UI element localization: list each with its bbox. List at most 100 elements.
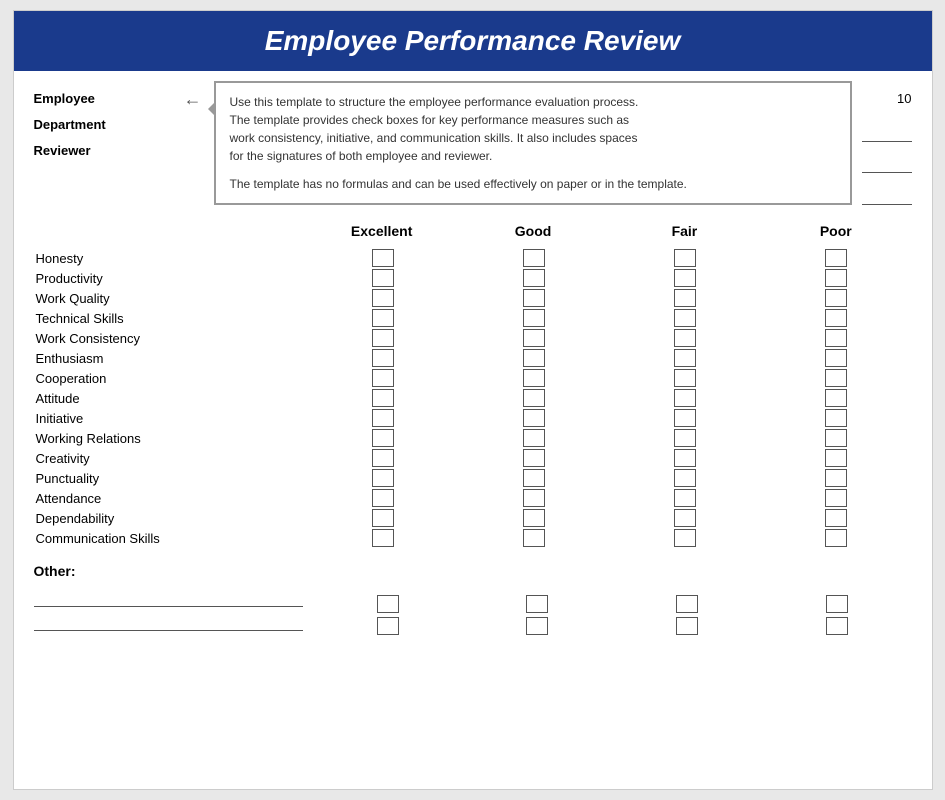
excellent-cell — [307, 389, 458, 407]
checkbox-fair-6[interactable] — [674, 369, 696, 387]
table-row: Work Quality — [34, 289, 912, 307]
checkbox-excellent-0[interactable] — [372, 249, 394, 267]
checkbox-excellent-4[interactable] — [372, 329, 394, 347]
checkbox-good-11[interactable] — [523, 469, 545, 487]
checkbox-excellent-7[interactable] — [372, 389, 394, 407]
other-poor-check1[interactable] — [826, 595, 848, 613]
row-label: Honesty — [34, 251, 308, 266]
other-good-check2[interactable] — [526, 617, 548, 635]
checkbox-excellent-11[interactable] — [372, 469, 394, 487]
good-cell — [458, 389, 609, 407]
excellent-cell — [307, 429, 458, 447]
other-line-2[interactable] — [34, 611, 303, 631]
checkbox-good-0[interactable] — [523, 249, 545, 267]
checkbox-poor-11[interactable] — [825, 469, 847, 487]
other-good-col — [463, 595, 613, 635]
poor-cell — [760, 389, 911, 407]
checkbox-poor-0[interactable] — [825, 249, 847, 267]
checkbox-good-5[interactable] — [523, 349, 545, 367]
checkbox-excellent-14[interactable] — [372, 529, 394, 547]
checkbox-poor-2[interactable] — [825, 289, 847, 307]
checkbox-poor-6[interactable] — [825, 369, 847, 387]
checkbox-fair-1[interactable] — [674, 269, 696, 287]
checkbox-poor-9[interactable] — [825, 429, 847, 447]
checkbox-excellent-2[interactable] — [372, 289, 394, 307]
poor-cell — [760, 289, 911, 307]
row-label: Communication Skills — [34, 531, 308, 546]
table-row: Enthusiasm — [34, 349, 912, 367]
checkbox-poor-12[interactable] — [825, 489, 847, 507]
right-field-line2[interactable] — [862, 144, 912, 174]
checkbox-fair-2[interactable] — [674, 289, 696, 307]
tooltip-line3: work consistency, initiative, and commun… — [230, 129, 836, 147]
checkbox-fair-12[interactable] — [674, 489, 696, 507]
checkbox-fair-8[interactable] — [674, 409, 696, 427]
checkbox-fair-5[interactable] — [674, 349, 696, 367]
checkbox-poor-1[interactable] — [825, 269, 847, 287]
checkbox-excellent-5[interactable] — [372, 349, 394, 367]
fair-cell — [609, 409, 760, 427]
checkbox-good-7[interactable] — [523, 389, 545, 407]
page-title: Employee Performance Review — [14, 11, 932, 71]
table-row: Work Consistency — [34, 329, 912, 347]
checkbox-fair-10[interactable] — [674, 449, 696, 467]
checkbox-poor-7[interactable] — [825, 389, 847, 407]
excellent-cell — [307, 469, 458, 487]
other-poor-check2[interactable] — [826, 617, 848, 635]
checkbox-good-12[interactable] — [523, 489, 545, 507]
checkbox-excellent-13[interactable] — [372, 509, 394, 527]
checkbox-good-2[interactable] — [523, 289, 545, 307]
checkbox-poor-4[interactable] — [825, 329, 847, 347]
checkbox-poor-3[interactable] — [825, 309, 847, 327]
checkbox-excellent-3[interactable] — [372, 309, 394, 327]
checkbox-poor-14[interactable] — [825, 529, 847, 547]
checkbox-excellent-9[interactable] — [372, 429, 394, 447]
checkbox-good-8[interactable] — [523, 409, 545, 427]
tooltip-line4: for the signatures of both employee and … — [230, 147, 836, 165]
good-cell — [458, 489, 609, 507]
checkbox-good-4[interactable] — [523, 329, 545, 347]
other-good-check1[interactable] — [526, 595, 548, 613]
checkbox-excellent-10[interactable] — [372, 449, 394, 467]
checkbox-fair-11[interactable] — [674, 469, 696, 487]
department-field-row: Department — [34, 112, 174, 138]
ratings-header: Excellent Good Fair Poor — [34, 223, 912, 239]
checkbox-fair-0[interactable] — [674, 249, 696, 267]
checkbox-good-6[interactable] — [523, 369, 545, 387]
other-fair-check2[interactable] — [676, 617, 698, 635]
checkbox-good-10[interactable] — [523, 449, 545, 467]
poor-cell — [760, 349, 911, 367]
col-excellent-header: Excellent — [306, 223, 457, 239]
right-field-line3[interactable] — [862, 175, 912, 205]
good-cell — [458, 349, 609, 367]
checkbox-fair-4[interactable] — [674, 329, 696, 347]
checkbox-excellent-1[interactable] — [372, 269, 394, 287]
fair-cell — [609, 369, 760, 387]
content-area: Employee Department Reviewer ← Use this … — [14, 71, 932, 655]
checkbox-fair-3[interactable] — [674, 309, 696, 327]
other-line-1[interactable] — [34, 587, 303, 607]
table-row: Attitude — [34, 389, 912, 407]
checkbox-good-3[interactable] — [523, 309, 545, 327]
checkbox-good-13[interactable] — [523, 509, 545, 527]
checkbox-fair-14[interactable] — [674, 529, 696, 547]
checkbox-excellent-6[interactable] — [372, 369, 394, 387]
checkbox-fair-7[interactable] — [674, 389, 696, 407]
checkbox-poor-8[interactable] — [825, 409, 847, 427]
other-fair-check1[interactable] — [676, 595, 698, 613]
checkbox-excellent-12[interactable] — [372, 489, 394, 507]
checkbox-poor-13[interactable] — [825, 509, 847, 527]
checkbox-good-9[interactable] — [523, 429, 545, 447]
row-label: Technical Skills — [34, 311, 308, 326]
checkbox-excellent-8[interactable] — [372, 409, 394, 427]
checkbox-poor-10[interactable] — [825, 449, 847, 467]
other-excellent-check2[interactable] — [377, 617, 399, 635]
checkbox-fair-9[interactable] — [674, 429, 696, 447]
right-field-line1[interactable] — [862, 112, 912, 142]
checkbox-good-1[interactable] — [523, 269, 545, 287]
employee-label: Employee — [34, 86, 95, 112]
other-excellent-check1[interactable] — [377, 595, 399, 613]
checkbox-fair-13[interactable] — [674, 509, 696, 527]
checkbox-poor-5[interactable] — [825, 349, 847, 367]
checkbox-good-14[interactable] — [523, 529, 545, 547]
